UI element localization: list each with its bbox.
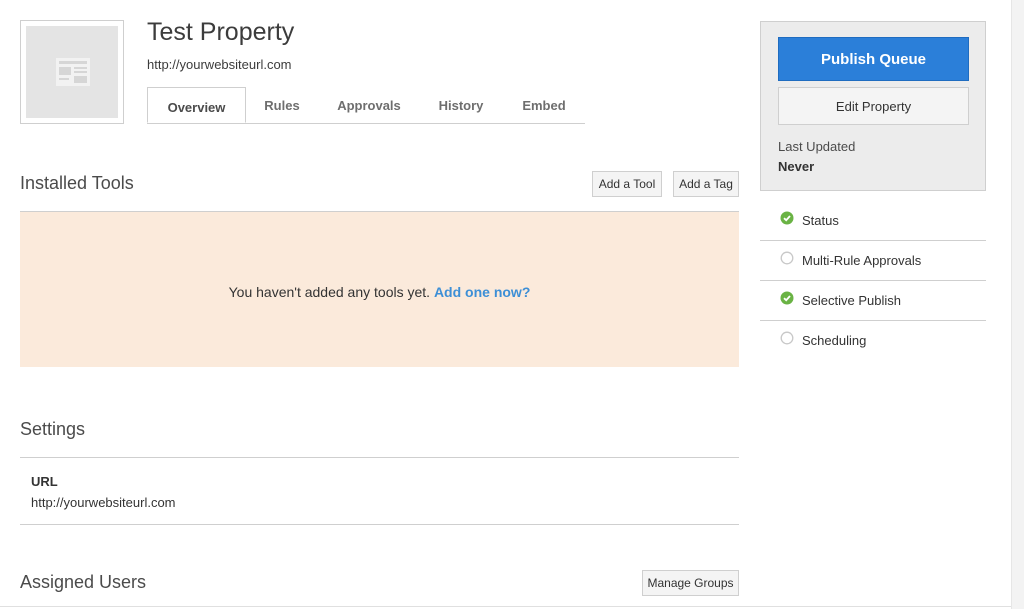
manage-groups-button[interactable]: Manage Groups — [642, 570, 739, 596]
feature-label: Status — [802, 213, 839, 228]
scrollbar[interactable] — [1011, 0, 1024, 609]
add-one-now-link[interactable]: Add one now? — [434, 284, 530, 300]
publish-panel: Publish Queue Edit Property Last Updated… — [760, 21, 986, 191]
tab-embed[interactable]: Embed — [511, 87, 577, 123]
property-title: Test Property — [147, 18, 295, 46]
check-circle-icon — [780, 291, 794, 305]
empty-circle-icon — [780, 251, 794, 265]
empty-tools-notice: You haven't added any tools yet. Add one… — [20, 212, 739, 367]
tab-bar: Overview Rules Approvals History Embed — [147, 87, 585, 124]
feature-label: Selective Publish — [802, 293, 901, 308]
check-circle-icon — [780, 211, 794, 225]
property-url: http://yourwebsiteurl.com — [147, 57, 292, 72]
add-tool-button[interactable]: Add a Tool — [592, 171, 662, 197]
feature-selective-publish: Selective Publish — [760, 281, 986, 321]
page-placeholder-icon — [56, 58, 90, 86]
divider — [20, 457, 739, 458]
tab-overview[interactable]: Overview — [147, 87, 246, 123]
installed-tools-heading: Installed Tools — [20, 173, 134, 193]
tab-rules[interactable]: Rules — [250, 87, 314, 123]
tab-history[interactable]: History — [427, 87, 495, 123]
add-tag-button[interactable]: Add a Tag — [673, 171, 739, 197]
thumbnail-placeholder — [26, 26, 118, 118]
publish-queue-button[interactable]: Publish Queue — [778, 37, 969, 81]
feature-scheduling: Scheduling — [760, 321, 986, 361]
edit-property-button[interactable]: Edit Property — [778, 87, 969, 125]
feature-label: Multi-Rule Approvals — [802, 253, 922, 268]
assigned-users-heading: Assigned Users — [20, 572, 147, 592]
feature-status: Status — [760, 201, 986, 241]
divider — [20, 524, 739, 525]
setting-url-value: http://yourwebsiteurl.com — [31, 495, 176, 510]
empty-circle-icon — [780, 331, 794, 345]
empty-tools-message: You haven't added any tools yet. Add one… — [20, 284, 739, 300]
last-updated-label: Last Updated — [778, 139, 856, 154]
empty-tools-text: You haven't added any tools yet. — [228, 284, 431, 300]
feature-multi-rule-approvals: Multi-Rule Approvals — [760, 241, 986, 281]
property-thumbnail — [20, 20, 124, 124]
settings-heading: Settings — [20, 419, 86, 439]
last-updated-value: Never — [778, 159, 815, 174]
tab-approvals[interactable]: Approvals — [327, 87, 411, 123]
setting-url-label: URL — [31, 474, 58, 489]
page-bottom-edge — [0, 606, 1012, 607]
feature-label: Scheduling — [802, 333, 867, 348]
